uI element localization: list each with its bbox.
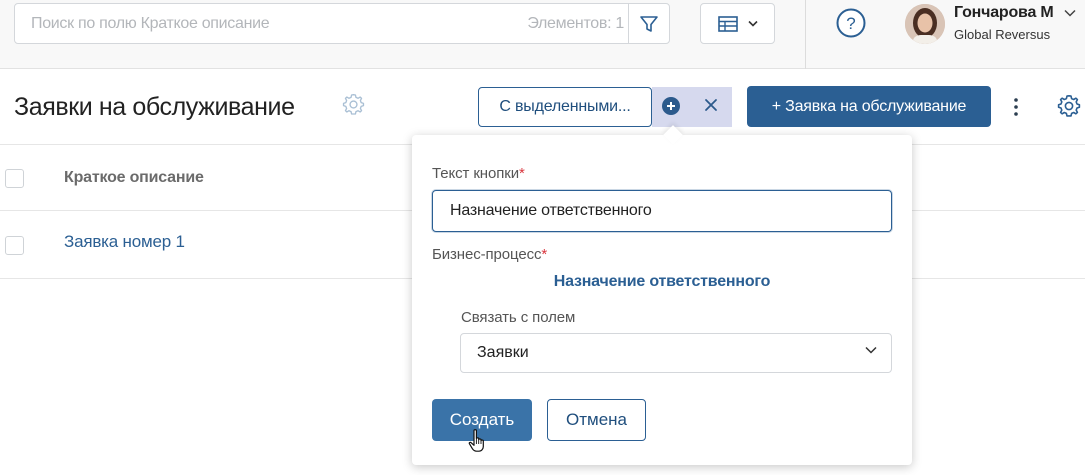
view-mode-button[interactable] [700, 3, 775, 44]
process-link[interactable]: Назначение ответственного [412, 273, 912, 291]
items-count: Элементов: 1 [527, 15, 624, 32]
button-text-label: Текст кнопки* [432, 165, 525, 182]
page-title: Заявки на обслуживание [14, 93, 295, 121]
search-box[interactable]: Поиск по полю Краткое описание Элементов… [14, 3, 670, 44]
chevron-down-icon [747, 20, 758, 27]
filter-button[interactable] [628, 4, 669, 43]
link-field-value: Заявки [477, 344, 529, 361]
required-mark: * [518, 165, 525, 182]
user-photo-icon [905, 4, 945, 44]
chevron-down-icon [865, 346, 877, 354]
link-field-label: Связать с полем [461, 309, 576, 326]
gear-icon[interactable] [342, 93, 365, 116]
user-name[interactable]: Гончарова М [954, 4, 1054, 22]
cancel-button[interactable]: Отмена [547, 399, 646, 441]
add-request-button[interactable]: + Заявка на обслуживание [747, 86, 991, 127]
svg-text:?: ? [846, 14, 855, 33]
process-label: Бизнес-процесс* [432, 246, 548, 263]
column-header[interactable]: Краткое описание [64, 169, 204, 187]
add-button-icon[interactable] [662, 97, 680, 115]
table-row-link[interactable]: Заявка номер 1 [64, 232, 185, 252]
close-icon[interactable] [704, 98, 718, 112]
top-bar: Поиск по полю Краткое описание Элементов… [0, 0, 1085, 69]
chevron-down-icon[interactable] [1064, 9, 1076, 17]
help-icon[interactable]: ? [836, 8, 866, 38]
settings-gear-icon[interactable] [1057, 94, 1081, 118]
more-options-icon[interactable] [1011, 97, 1021, 117]
row-checkbox[interactable] [5, 236, 24, 255]
with-selected-button[interactable]: С выделенными... [478, 87, 652, 127]
link-field-select[interactable]: Заявки [460, 333, 892, 373]
search-input[interactable]: Поиск по полю Краткое описание [31, 15, 270, 33]
table-view-icon [717, 15, 738, 32]
button-text-input[interactable] [432, 190, 892, 232]
hand-cursor-icon [468, 429, 484, 452]
select-all-checkbox[interactable] [5, 169, 24, 188]
user-company: Global Reversus [954, 27, 1051, 42]
divider [805, 0, 806, 69]
required-mark: * [541, 246, 548, 263]
avatar[interactable] [905, 4, 945, 44]
filter-icon [640, 15, 658, 32]
